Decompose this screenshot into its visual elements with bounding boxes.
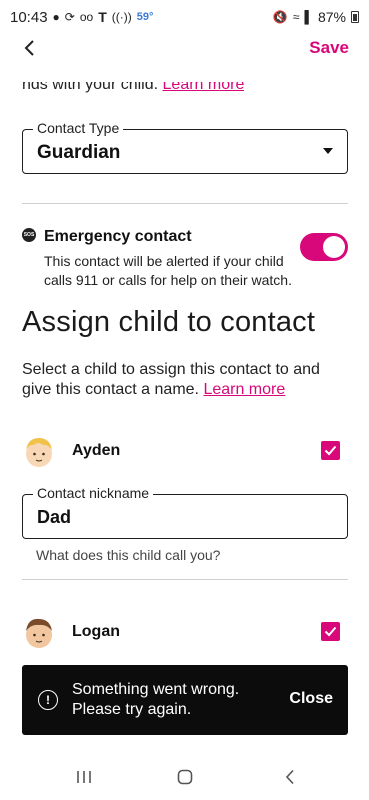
learn-more-link[interactable]: Learn more [203, 381, 285, 398]
learn-more-link-top[interactable]: Learn more [163, 82, 245, 93]
emergency-contact-description: This contact will be alerted if your chi… [44, 253, 292, 288]
home-button[interactable] [173, 766, 197, 788]
sos-icon: SOS [22, 228, 36, 242]
check-icon [324, 445, 337, 456]
check-icon [324, 626, 337, 637]
tmobile-t-icon: T [98, 9, 107, 25]
snackbar-message: Something went wrong. Please try again. [72, 681, 240, 718]
chevron-left-icon [24, 40, 34, 56]
assign-child-heading: Assign child to contact [22, 306, 316, 338]
nickname-helper-text: What does this child call you? [36, 547, 221, 563]
error-info-icon: ! [38, 690, 58, 710]
child-checkbox-logan[interactable] [321, 622, 340, 641]
child-avatar-blonde [26, 438, 52, 467]
child-name: Ayden [72, 442, 121, 459]
child-avatar-brown-hair [26, 618, 52, 648]
cut-off-description: nds with your child. Learn more [22, 82, 244, 96]
divider [22, 579, 348, 580]
status-left: 10:43 ● ⟳ oo T ((·)) 59° [10, 9, 153, 26]
wifi-icon: ≈ [292, 10, 300, 24]
contact-nickname-value: Dad [37, 507, 72, 527]
child-row-logan[interactable]: Logan [22, 614, 348, 650]
snapchat-icon: ● [52, 10, 60, 24]
emergency-contact-toggle[interactable] [300, 233, 348, 261]
contact-type-label: Contact Type [33, 120, 124, 136]
contact-type-select[interactable]: Contact Type Guardian [22, 120, 348, 174]
divider [22, 203, 348, 204]
back-button[interactable] [18, 36, 42, 60]
status-right: 🔇 ≈ ▌ 87% [273, 9, 359, 25]
contact-nickname-label: Contact nickname [33, 485, 154, 501]
child-checkbox-ayden[interactable] [321, 441, 340, 460]
status-time: 10:43 [10, 8, 48, 26]
app-header: Save [0, 34, 369, 62]
voicemail-icon: oo [79, 10, 94, 24]
toggle-knob [323, 236, 345, 258]
mute-icon: 🔇 [272, 10, 288, 24]
child-name: Logan [72, 623, 120, 640]
back-arrow-icon [285, 769, 294, 785]
recent-apps-icon [77, 771, 91, 783]
child-row-ayden[interactable]: Ayden [22, 433, 348, 469]
system-nav-bar [0, 754, 369, 800]
system-back-button[interactable] [278, 766, 302, 788]
contact-type-value: Guardian [37, 142, 121, 163]
error-snackbar: ! Something went wrong. Please try again… [22, 665, 348, 735]
emergency-contact-title: Emergency contact [44, 228, 192, 245]
snackbar-close-button[interactable]: Close [289, 690, 333, 708]
home-icon [177, 769, 193, 785]
contact-nickname-field[interactable]: Contact nickname Dad [22, 485, 348, 539]
weather-temp: 59° [136, 11, 154, 23]
assign-child-description: Select a child to assign this contact to… [22, 360, 342, 400]
content-area[interactable]: nds with your child. Learn more Contact … [0, 62, 369, 754]
save-button[interactable]: Save [309, 38, 349, 58]
status-bar: 10:43 ● ⟳ oo T ((·)) 59° 🔇 ≈ ▌ 87% [0, 0, 369, 34]
signal-icon: ▌ [304, 10, 313, 24]
cut-off-text: nds with your child. [22, 82, 159, 93]
hotspot-icon: ((·)) [111, 10, 132, 24]
battery-percent: 87% [317, 9, 346, 25]
dropdown-arrow-icon [323, 148, 333, 154]
sync-icon: ⟳ [64, 10, 75, 24]
battery-icon [351, 11, 359, 23]
recent-apps-button[interactable] [72, 766, 96, 788]
